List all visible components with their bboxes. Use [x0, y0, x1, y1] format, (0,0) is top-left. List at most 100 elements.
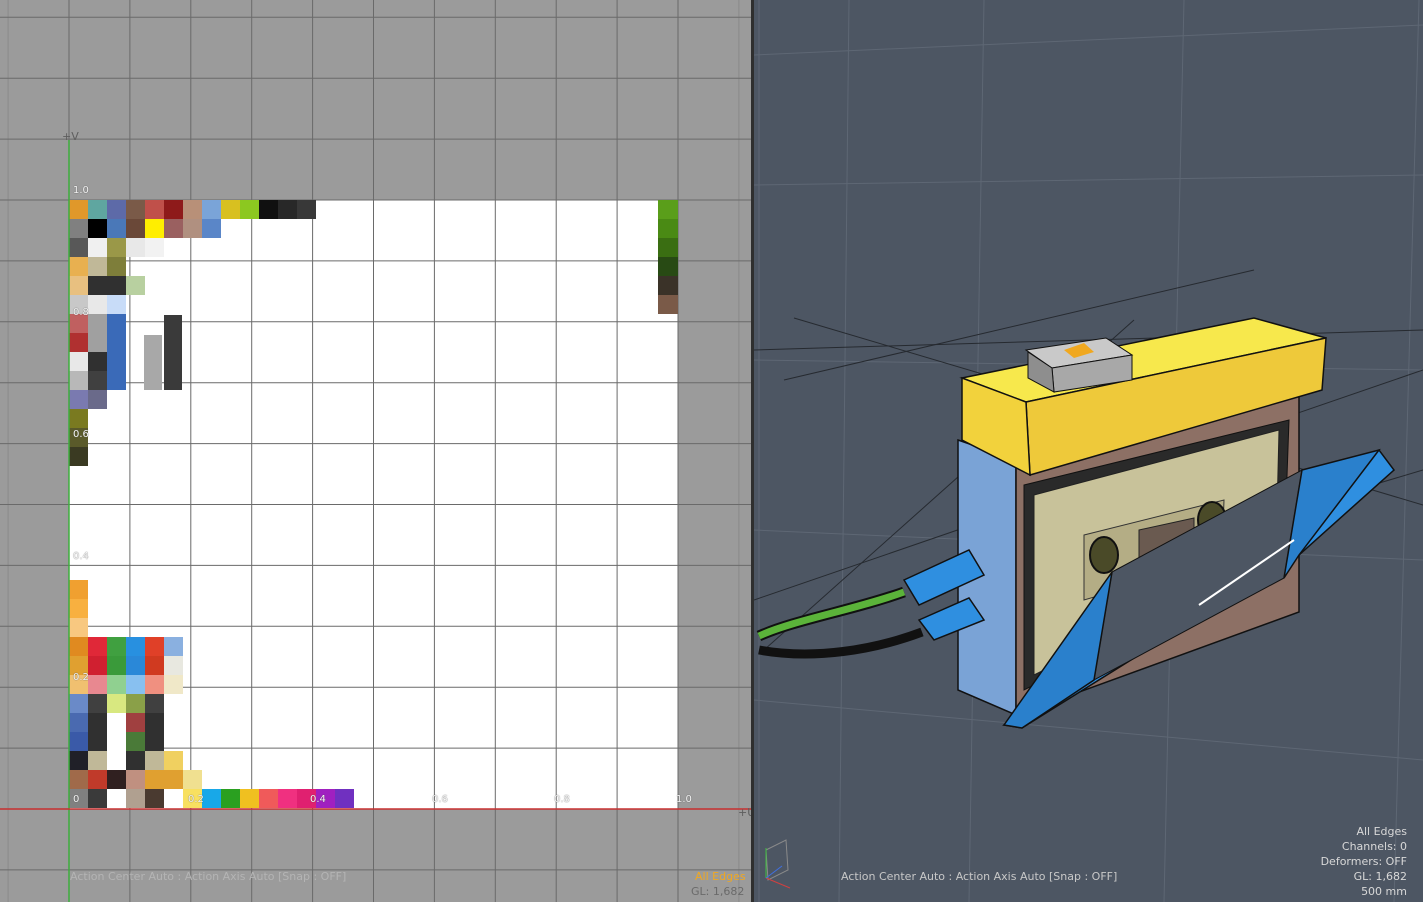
texture-swatch: [69, 238, 88, 257]
texture-swatch: [658, 257, 678, 276]
persp-status-text: Action Center Auto : Action Axis Auto [S…: [841, 870, 1118, 883]
texture-swatch: [69, 770, 88, 789]
texture-swatch: [107, 751, 126, 770]
texture-swatch: [107, 789, 126, 808]
texture-swatch: [297, 200, 316, 219]
texture-swatch: [107, 333, 126, 352]
texture-swatch: [126, 219, 145, 238]
texture-swatch: [202, 789, 221, 808]
persp-gl-count: GL: 1,682: [1353, 870, 1407, 883]
texture-swatch: [145, 732, 164, 751]
deformers-readout: Deformers: OFF: [1320, 855, 1407, 868]
texture-swatch: [107, 276, 126, 295]
texture-swatch: [69, 257, 88, 276]
texture-swatch: [107, 257, 126, 276]
uv-selection-mode: All Edges: [695, 870, 746, 883]
texture-swatch: [145, 713, 164, 732]
texture-swatch: [88, 352, 107, 371]
texture-swatch: [88, 789, 107, 808]
texture-swatch: [88, 675, 107, 694]
texture-swatch: [107, 675, 126, 694]
texture-swatch: [658, 276, 678, 295]
texture-swatch: [164, 315, 182, 390]
texture-swatch: [69, 447, 88, 466]
texture-swatch: [278, 200, 297, 219]
tick-v-0-2: 0.2: [73, 672, 89, 683]
uv-canvas[interactable]: [0, 0, 751, 902]
tick-v-1-0: 1.0: [73, 185, 89, 196]
texture-swatch: [69, 409, 88, 428]
texture-swatch: [144, 335, 162, 390]
texture-swatch: [69, 390, 88, 409]
texture-swatch: [183, 770, 202, 789]
texture-swatch: [164, 789, 183, 808]
texture-swatch: [88, 238, 107, 257]
texture-swatch: [164, 219, 183, 238]
texture-swatch: [658, 200, 678, 219]
texture-swatch: [69, 713, 88, 732]
texture-swatch: [88, 295, 107, 314]
texture-swatch: [164, 770, 183, 789]
texture-swatch: [240, 200, 259, 219]
texture-swatch: [107, 371, 126, 390]
orientation-gizmo[interactable]: [765, 839, 791, 889]
texture-swatch: [259, 200, 278, 219]
channels-readout: Channels: 0: [1341, 840, 1407, 853]
texture-swatch: [126, 713, 145, 732]
texture-swatch: [107, 637, 126, 656]
texture-swatch: [69, 333, 88, 352]
tick-u-0-2: 0.2: [188, 794, 204, 805]
texture-swatch: [259, 789, 278, 808]
green-cable: [757, 588, 906, 640]
axis-v-label: +V: [62, 130, 79, 143]
texture-swatch: [145, 751, 164, 770]
texture-swatch: [107, 352, 126, 371]
texture-swatch: [126, 637, 145, 656]
perspective-canvas[interactable]: [754, 0, 1423, 902]
texture-swatch: [107, 238, 126, 257]
texture-swatch: [126, 675, 145, 694]
texture-swatch: [145, 770, 164, 789]
texture-swatch: [69, 371, 88, 390]
texture-swatch: [88, 713, 107, 732]
texture-swatch: [69, 200, 88, 219]
uv-status-text: Action Center Auto : Action Axis Auto [S…: [70, 870, 347, 883]
persp-selection-mode: All Edges: [1356, 825, 1407, 838]
tick-u-0-6: 0.6: [432, 794, 448, 805]
texture-swatch: [69, 694, 88, 713]
texture-swatch: [240, 789, 259, 808]
texture-swatch: [88, 694, 107, 713]
perspective-viewport[interactable]: Action Center Auto : Action Axis Auto [S…: [754, 0, 1423, 902]
texture-swatch: [202, 200, 221, 219]
texture-swatch: [126, 789, 145, 808]
texture-swatch: [221, 789, 240, 808]
texture-swatch: [107, 713, 126, 732]
texture-swatch: [126, 276, 145, 295]
texture-swatch: [164, 637, 183, 656]
texture-swatch: [88, 732, 107, 751]
texture-swatch: [88, 276, 107, 295]
uv-editor-viewport[interactable]: +V +U 1.0 0.8 0.6 0.4 0.2 0 0.2 0.4 0.6 …: [0, 0, 751, 902]
tick-u-0-8: 0.8: [554, 794, 570, 805]
texture-swatch: [107, 200, 126, 219]
texture-swatch: [69, 751, 88, 770]
texture-swatch: [221, 200, 240, 219]
texture-swatch: [145, 656, 164, 675]
tick-u-0-4: 0.4: [310, 794, 326, 805]
texture-swatch: [69, 637, 88, 656]
texture-swatch: [164, 751, 183, 770]
texture-swatch: [145, 238, 164, 257]
texture-swatch: [69, 276, 88, 295]
texture-swatch: [164, 656, 183, 675]
texture-swatch: [164, 200, 183, 219]
texture-swatch: [145, 789, 164, 808]
texture-swatch: [88, 314, 107, 333]
cassette-player-model[interactable]: [756, 317, 1396, 729]
texture-swatch: [69, 219, 88, 238]
texture-swatch: [88, 371, 107, 390]
texture-swatch: [126, 656, 145, 675]
texture-swatch: [183, 219, 202, 238]
texture-swatch: [88, 257, 107, 276]
tick-origin: 0: [73, 794, 80, 805]
uv-gl-count: GL: 1,682: [691, 885, 745, 898]
